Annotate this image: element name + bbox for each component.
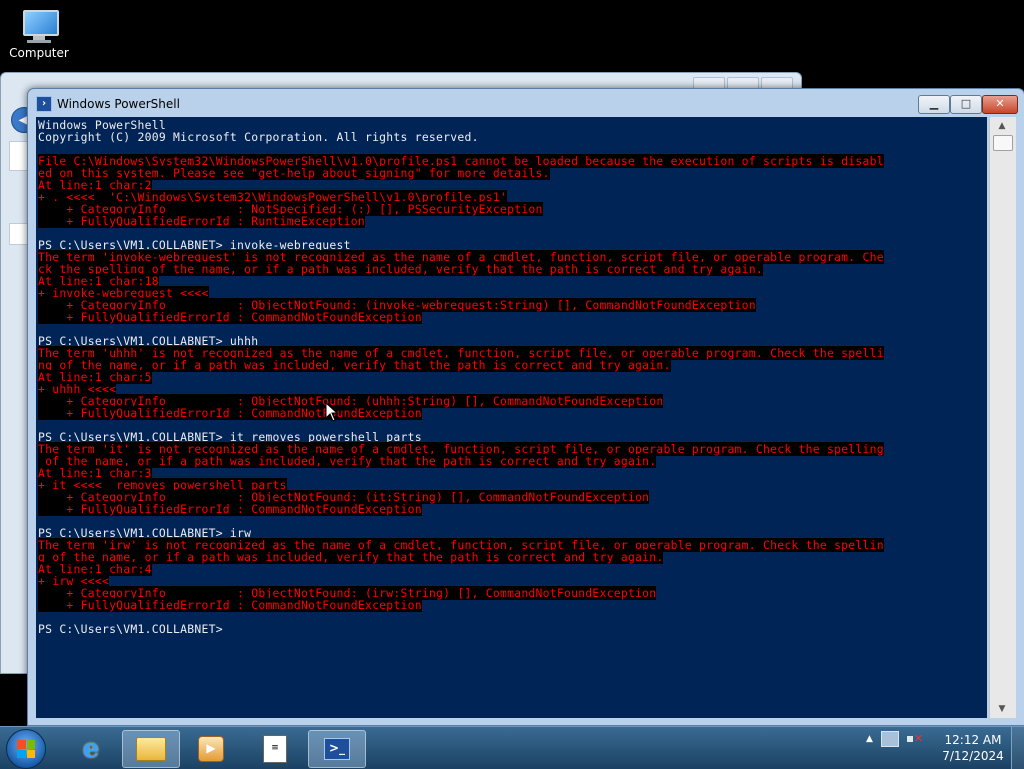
- vertical-scrollbar[interactable]: ▲ ▼: [989, 117, 1016, 718]
- console-text: Windows PowerShell Copyright (C) 2009 Mi…: [36, 117, 987, 635]
- console-output[interactable]: Windows PowerShell Copyright (C) 2009 Mi…: [36, 117, 987, 718]
- desktop-icon-label: Computer: [9, 46, 69, 60]
- console-error-line: + FullyQualifiedErrorId : CommandNotFoun…: [38, 502, 422, 516]
- scrollbar-thumb[interactable]: [993, 135, 1013, 151]
- taskbar-media-player[interactable]: ▶: [182, 730, 240, 768]
- scroll-up-icon[interactable]: ▲: [993, 119, 1011, 133]
- console-error-line: + FullyQualifiedErrorId : RuntimeExcepti…: [38, 214, 365, 228]
- close-icon: ✕: [995, 97, 1005, 110]
- show-hidden-icons-icon[interactable]: ▲: [866, 734, 873, 744]
- media-player-icon: ▶: [198, 736, 224, 762]
- minimize-button[interactable]: ▁: [918, 95, 950, 114]
- taskbar-windows-explorer[interactable]: [122, 730, 180, 768]
- maximize-button[interactable]: □: [950, 95, 982, 114]
- volume-muted-icon[interactable]: ✕: [906, 732, 923, 746]
- clock-date: 7/12/2024: [942, 749, 1004, 763]
- console-error-line: + FullyQualifiedErrorId : CommandNotFoun…: [38, 406, 422, 420]
- document-icon: ≡: [263, 735, 287, 763]
- system-clock[interactable]: 12:12 AM 7/12/2024: [942, 732, 1004, 764]
- folder-icon: [136, 737, 166, 761]
- windows-start-icon: [17, 740, 35, 758]
- taskbar-internet-explorer[interactable]: e: [62, 730, 120, 768]
- taskbar: e ▶ ≡ >_ ▲ ✕ 12:12 AM 7/12/2024: [0, 726, 1024, 769]
- console-error-line: + FullyQualifiedErrorId : CommandNotFoun…: [38, 598, 422, 612]
- computer-icon: [19, 8, 59, 43]
- taskbar-powershell[interactable]: >_: [308, 730, 366, 768]
- network-icon[interactable]: [880, 731, 899, 747]
- console-error-line: + FullyQualifiedErrorId : CommandNotFoun…: [38, 310, 422, 324]
- maximize-icon: □: [960, 97, 972, 110]
- minimize-icon: ▁: [929, 97, 939, 110]
- window-title: Windows PowerShell: [57, 97, 180, 111]
- title-bar[interactable]: › Windows PowerShell: [36, 94, 180, 114]
- clock-time: 12:12 AM: [944, 733, 1002, 747]
- desktop-icon-computer[interactable]: Computer: [6, 8, 72, 60]
- notification-area: ▲ ✕: [866, 731, 923, 747]
- show-desktop-button[interactable]: [1011, 727, 1024, 769]
- powershell-icon: >_: [324, 738, 350, 760]
- powershell-window[interactable]: › Windows PowerShell ▁ □ ✕ Windows Power…: [27, 88, 1024, 726]
- scroll-down-icon[interactable]: ▼: [993, 702, 1011, 716]
- powershell-icon: ›: [36, 96, 52, 112]
- close-button[interactable]: ✕: [982, 95, 1018, 114]
- console-line: PS C:\Users\VM1.COLLABNET>: [38, 622, 223, 636]
- console-line: Copyright (C) 2009 Microsoft Corporation…: [38, 130, 479, 144]
- ie-icon: e: [82, 734, 100, 764]
- taskbar-notepad[interactable]: ≡: [246, 730, 304, 768]
- start-button[interactable]: [6, 729, 46, 769]
